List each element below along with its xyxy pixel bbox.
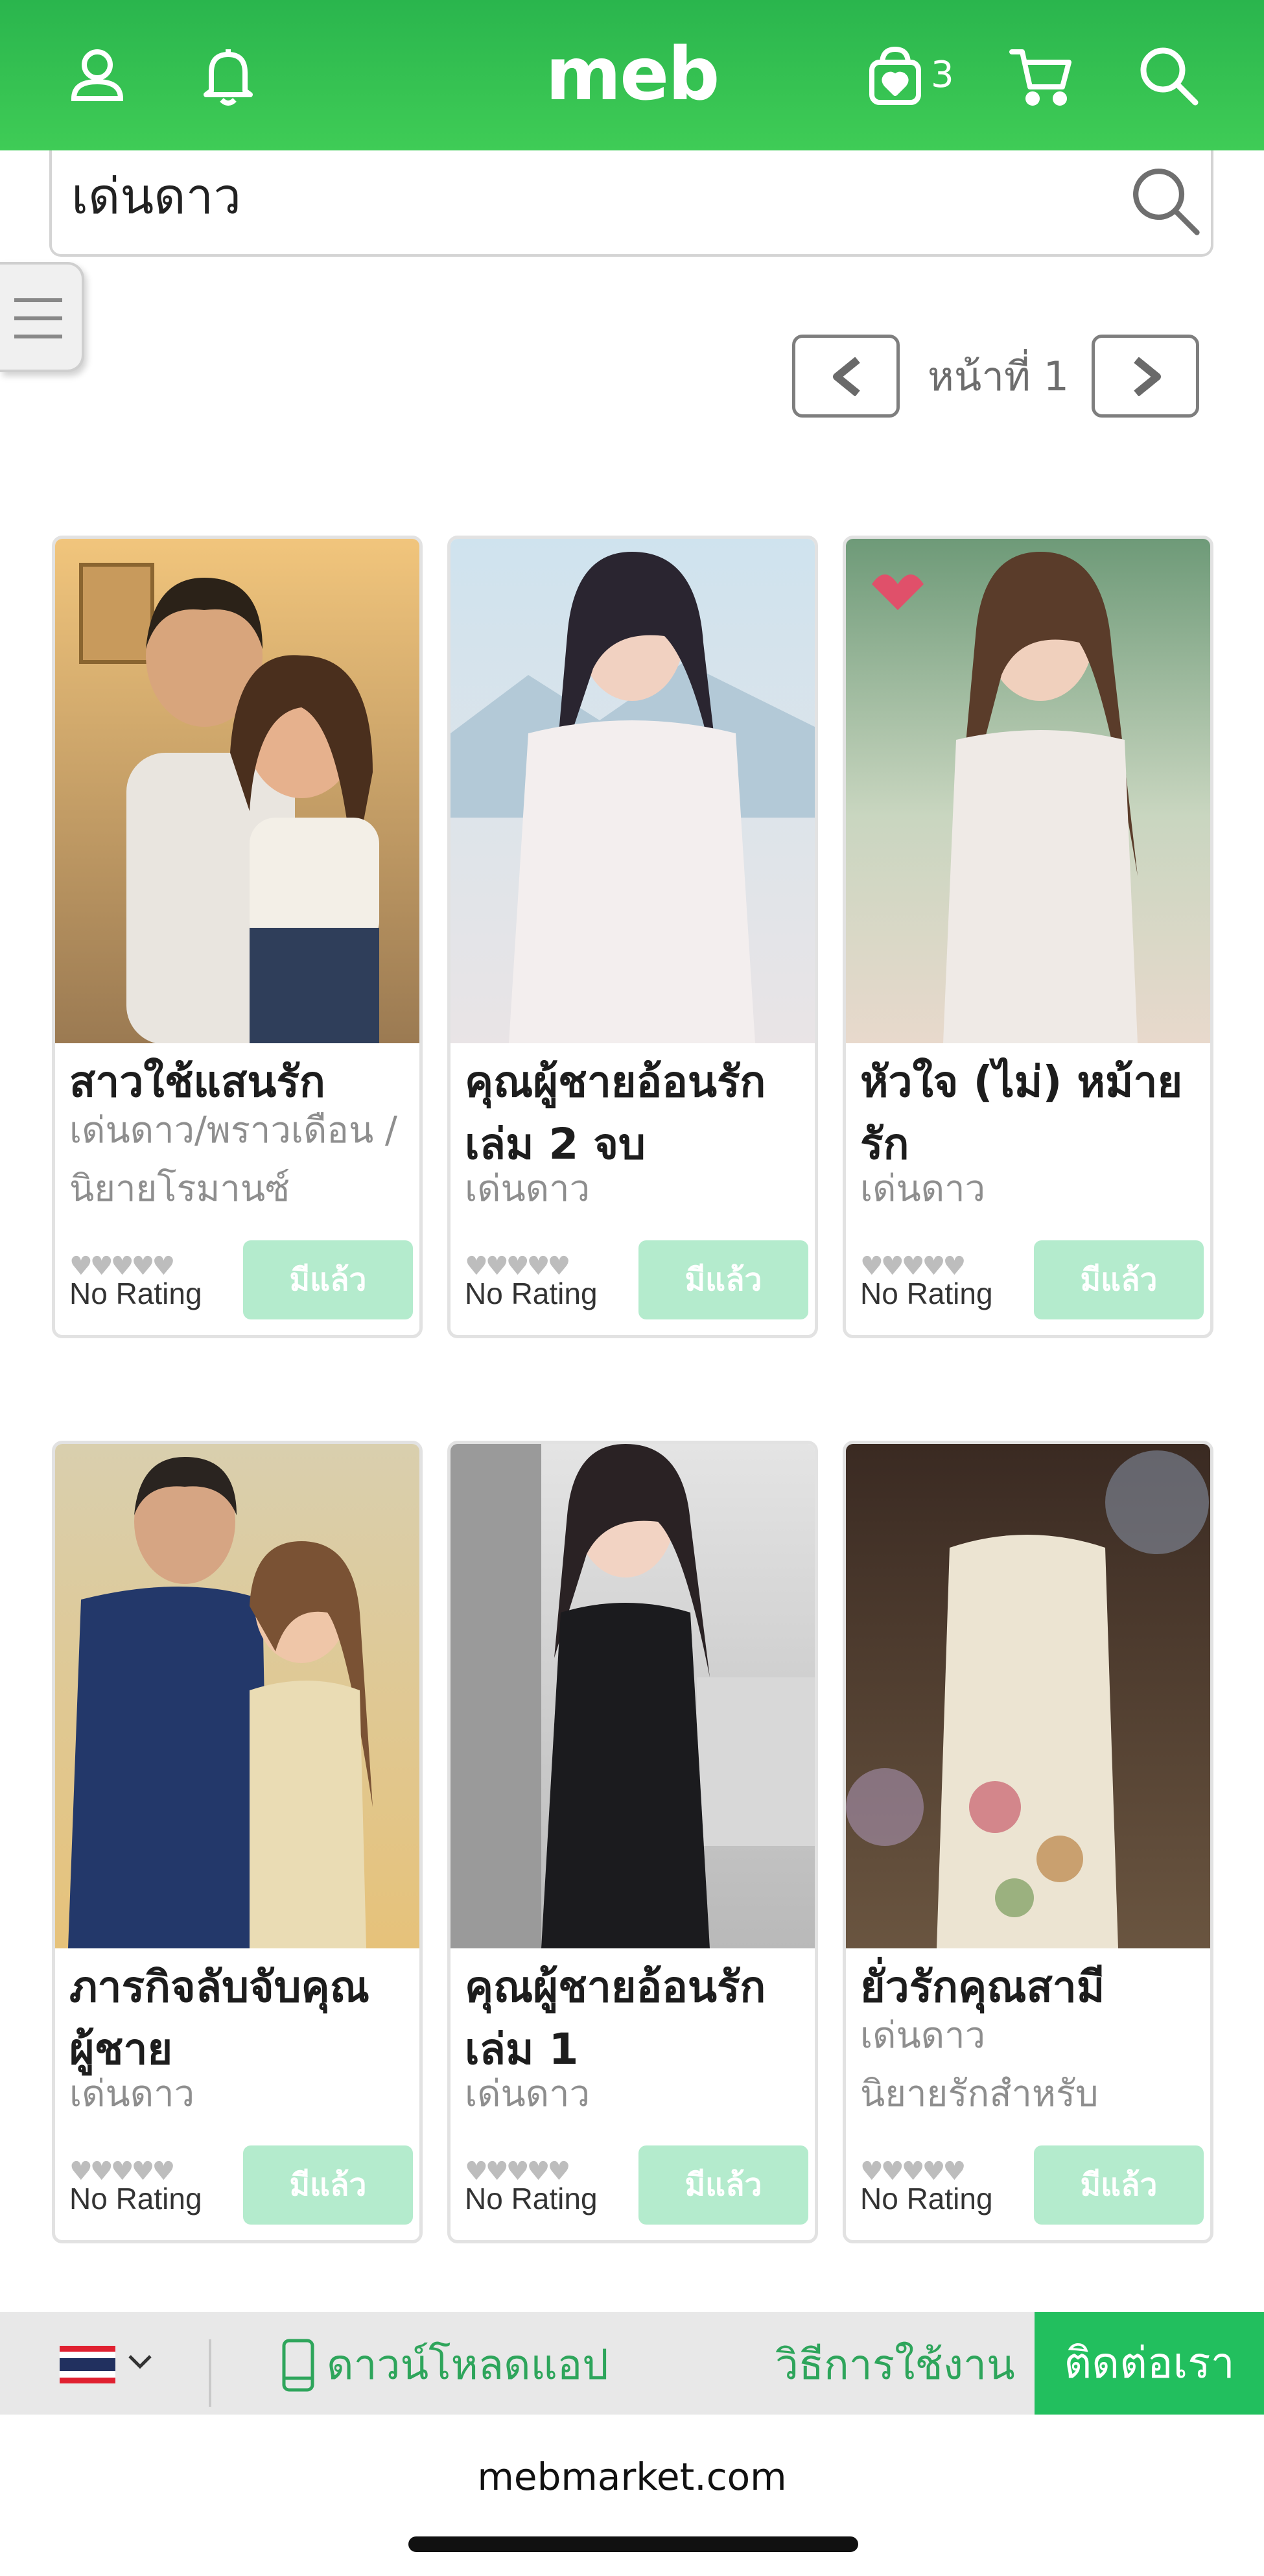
owned-button[interactable]: มีแล้ว [638,1240,808,1319]
book-card[interactable]: หัวใจ (ไม่) หม้ายรัก เด่นดาว ♥♥♥♥♥ No Ra… [843,536,1213,1338]
contact-us-button[interactable]: ติดต่อเรา [1035,2312,1264,2415]
book-cover[interactable] [451,1444,815,1948]
top-bar: meb 3 [0,0,1264,150]
search-box [49,150,1213,257]
thailand-flag-icon[interactable] [60,2346,115,2383]
chevron-right-icon [1134,357,1161,396]
book-title[interactable]: หัวใจ (ไม่) หม้ายรัก [860,1051,1204,1176]
page-indicator: หน้าที่ 1 [927,353,1070,400]
rating-hearts-icon: ♥♥♥♥♥ [465,2157,570,2186]
how-to-use-link[interactable]: วิธีการใช้งาน [775,2333,1015,2398]
book-author[interactable]: เด่นดาว [465,2065,808,2123]
rating-hearts-icon: ♥♥♥♥♥ [860,1251,966,1281]
rating-text: No Rating [465,1277,598,1310]
rating-text: No Rating [860,1277,993,1310]
rating-text: No Rating [860,2182,993,2216]
book-cover[interactable] [846,1444,1210,1948]
book-author[interactable]: เด่นดาว [860,2007,1204,2065]
search-submit-icon[interactable] [1127,162,1203,239]
rating-text: No Rating [69,2182,202,2216]
book-cover[interactable] [451,539,815,1043]
owned-button[interactable]: มีแล้ว [1034,2145,1204,2225]
prev-page-button[interactable] [792,335,900,418]
book-cover[interactable] [55,1444,419,1948]
book-title[interactable]: ภารกิจลับจับคุณผู้ชาย [69,1956,413,2081]
rating-hearts-icon: ♥♥♥♥♥ [860,2157,966,2186]
book-author[interactable]: เด่นดาว [69,2065,413,2123]
site-domain: mebmarket.com [477,2455,787,2499]
chevron-left-icon [833,357,860,396]
bell-icon[interactable] [196,43,261,108]
book-category[interactable]: นิยายโรมานซ์ [69,1160,413,1218]
rating-text: No Rating [465,2182,598,2216]
chevron-down-icon[interactable] [127,2352,153,2372]
search-input[interactable] [70,163,1110,230]
next-page-button[interactable] [1092,335,1199,418]
footer-bar: ดาวน์โหลดแอป วิธีการใช้งาน ติดต่อเรา [0,2312,1264,2415]
book-cover[interactable] [846,539,1210,1043]
book-author[interactable]: เด่นดาว [465,1160,808,1218]
filter-menu-button[interactable] [0,262,84,372]
owned-button[interactable]: มีแล้ว [1034,1240,1204,1319]
rating-hearts-icon: ♥♥♥♥♥ [69,1251,175,1281]
book-author[interactable]: เด่นดาว [860,1160,1204,1218]
rating-text: No Rating [69,1277,202,1310]
book-card[interactable]: สาวใช้แสนรัก เด่นดาว/พราวเดือน / นิยายโร… [52,536,423,1338]
bag-heart-icon[interactable] [861,43,930,108]
book-category[interactable]: นิยายรักสำหรับ [860,2065,1204,2123]
phone-icon[interactable] [280,2338,316,2393]
user-icon[interactable] [65,43,130,108]
owned-button[interactable]: มีแล้ว [243,1240,413,1319]
owned-button[interactable]: มีแล้ว [638,2145,808,2225]
rating-hearts-icon: ♥♥♥♥♥ [465,1251,570,1281]
bag-count-badge: 3 [931,54,954,96]
meb-logo[interactable]: meb [535,26,729,123]
home-indicator [408,2536,858,2552]
book-title[interactable]: คุณผู้ชายอ้อนรัก เล่ม 1 [465,1956,808,2081]
download-app-link[interactable]: ดาวน์โหลดแอป [327,2333,609,2398]
book-author[interactable]: เด่นดาว/พราวเดือน / [69,1102,413,1160]
menu-icon [14,298,62,338]
book-card[interactable]: คุณผู้ชายอ้อนรัก เล่ม 2 จบ เด่นดาว ♥♥♥♥♥… [447,536,818,1338]
owned-button[interactable]: มีแล้ว [243,2145,413,2225]
book-card[interactable]: ภารกิจลับจับคุณผู้ชาย เด่นดาว ♥♥♥♥♥ No R… [52,1441,423,2243]
divider [209,2339,211,2407]
cart-icon[interactable] [1005,43,1076,108]
book-cover[interactable] [55,539,419,1043]
book-card[interactable]: ยั่วรักคุณสามี เด่นดาว นิยายรักสำหรับ ♥♥… [843,1441,1213,2243]
book-title[interactable]: คุณผู้ชายอ้อนรัก เล่ม 2 จบ [465,1051,808,1176]
search-icon[interactable] [1136,43,1200,108]
rating-hearts-icon: ♥♥♥♥♥ [69,2157,175,2186]
book-card[interactable]: คุณผู้ชายอ้อนรัก เล่ม 1 เด่นดาว ♥♥♥♥♥ No… [447,1441,818,2243]
